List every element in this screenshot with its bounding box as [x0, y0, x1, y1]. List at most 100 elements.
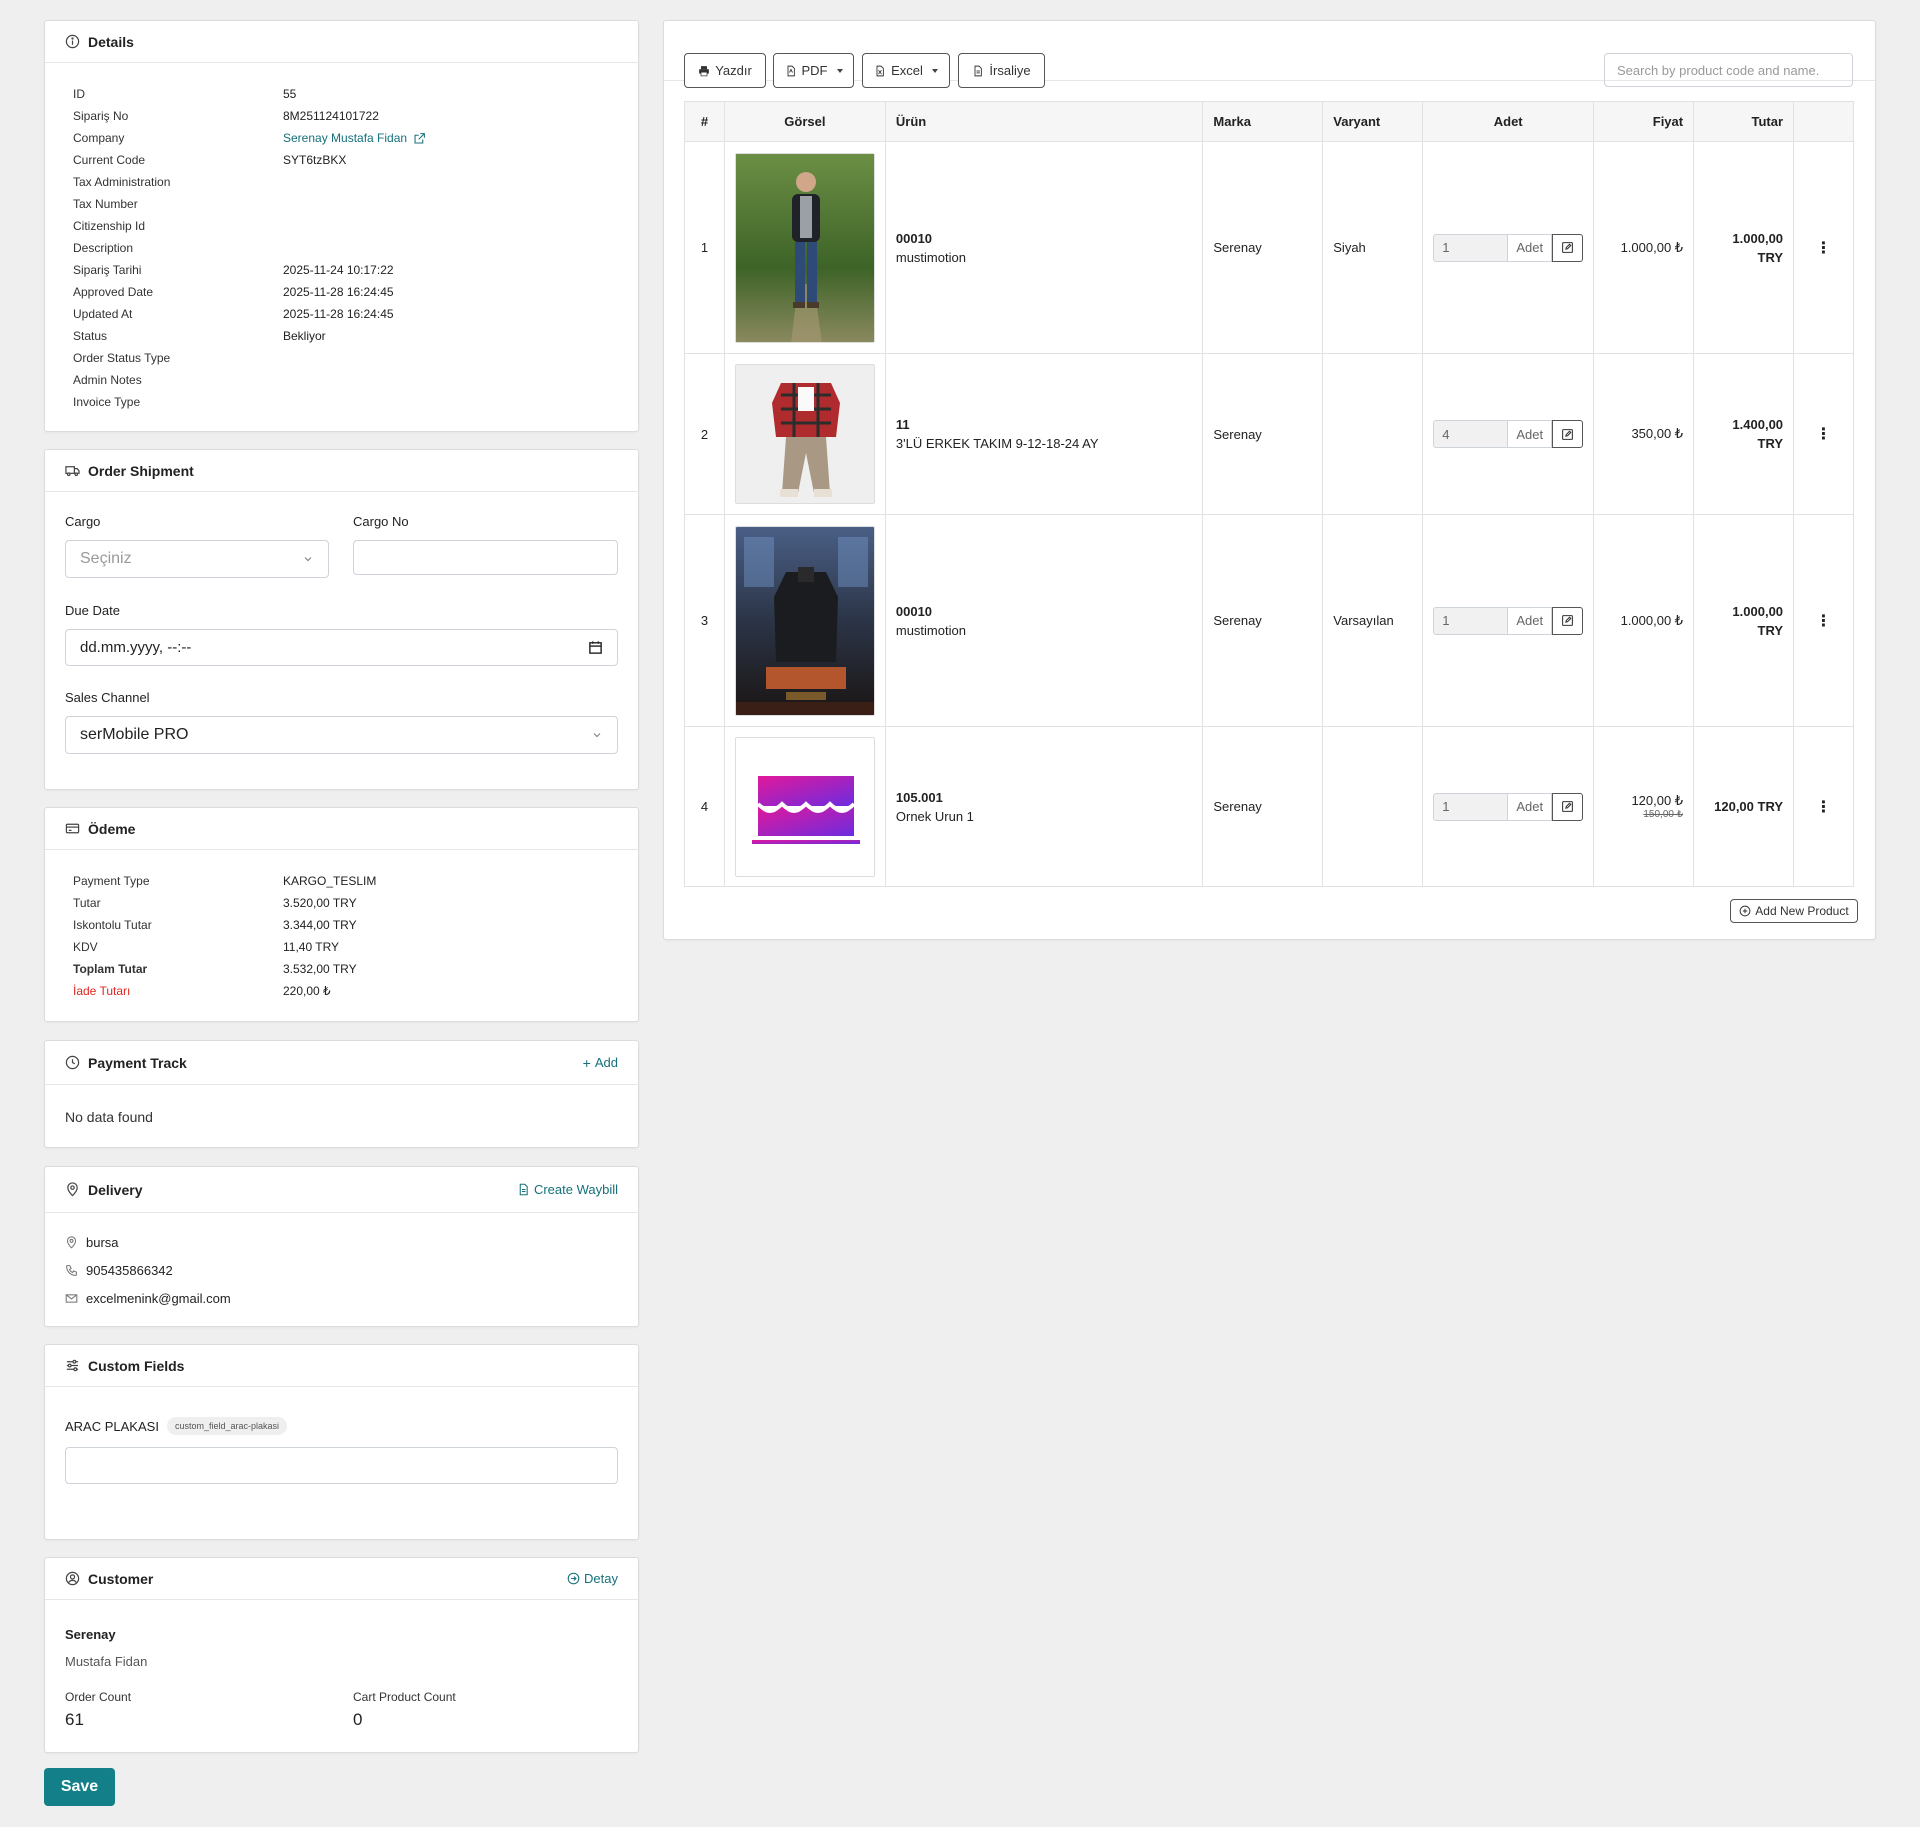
customer-detail-label[interactable]: Detay [584, 1571, 618, 1586]
details-header: Details [45, 21, 638, 63]
payment-value: KARGO_TESLIM [283, 874, 377, 888]
edit-qty-button[interactable] [1552, 606, 1584, 635]
payment-value: 220,00 ₺ [283, 984, 331, 998]
payment-value: 3.520,00 TRY [283, 896, 357, 910]
create-waybill-button[interactable]: Create Waybill [517, 1182, 618, 1197]
qty-input[interactable]: 1 [1433, 606, 1508, 635]
payment-value: 3.344,00 TRY [283, 918, 357, 932]
add-new-product-label[interactable]: Add New Product [1755, 904, 1848, 918]
product-name: mustimotion [895, 249, 966, 265]
edit-qty-button[interactable] [1552, 233, 1584, 262]
payment-key: KDV [73, 940, 98, 954]
arrow-circle-right-icon[interactable] [567, 1572, 580, 1585]
qty-unit: Adet [1507, 792, 1553, 821]
cargo-select[interactable]: Seçiniz [65, 540, 329, 578]
total-cell: 1.400,00 TRY [1693, 353, 1795, 515]
qty-input[interactable]: 1 [1433, 792, 1508, 821]
row-image-cell [723, 726, 886, 887]
product-image-store-icon[interactable] [734, 736, 875, 877]
excel-dropdown-button[interactable]: Excel [862, 53, 950, 88]
caret-down-icon[interactable] [931, 68, 938, 73]
detail-value: 2025-11-28 16:24:45 [283, 307, 394, 321]
plus-icon[interactable]: + [583, 1055, 591, 1071]
delivery-email: excelmenink@gmail.com [86, 1291, 231, 1306]
payment-row-vat: KDV 11,40 TRY [73, 936, 376, 958]
detail-value: 2025-11-24 10:17:22 [283, 263, 394, 277]
detail-key: Sipariş No [73, 109, 129, 123]
printer-icon[interactable] [698, 65, 710, 77]
print-label[interactable]: Yazdır [715, 63, 752, 78]
custom-field-label-row: ARAC PLAKASI custom_field_arac-plakasi [65, 1417, 287, 1435]
row-actions-kebab-icon[interactable]: ⋮ [1793, 514, 1854, 727]
delivery-card: Delivery Create Waybill bursa 9054358663… [44, 1166, 639, 1327]
cargo-no-label: Cargo No [353, 514, 409, 529]
customer-detail-button[interactable]: Detay [567, 1571, 618, 1586]
excel-file-icon[interactable] [874, 65, 886, 77]
save-button[interactable]: Save [44, 1768, 115, 1806]
detail-row-updated: Updated At 2025-11-28 16:24:45 [73, 303, 426, 325]
custom-field-input[interactable] [65, 1447, 618, 1484]
product-image-kids-outfit[interactable] [734, 364, 875, 504]
irsaliye-label[interactable]: İrsaliye [989, 63, 1030, 78]
pdf-dropdown-button[interactable]: PDF [773, 53, 854, 88]
plus-circle-icon[interactable] [1739, 905, 1751, 917]
qty-input[interactable]: 4 [1433, 420, 1508, 448]
row-actions-kebab-icon[interactable]: ⋮ [1793, 726, 1854, 887]
product-image-man-in-forest[interactable] [734, 152, 875, 343]
company-name[interactable]: Serenay Mustafa Fidan [283, 131, 407, 145]
product-code: 00010 [895, 230, 933, 246]
chevron-down-icon[interactable] [591, 729, 603, 741]
irsaliye-button[interactable]: İrsaliye [958, 53, 1045, 88]
edit-icon[interactable] [1561, 614, 1574, 627]
price-cell: 1.000,00 ₺ [1593, 141, 1695, 354]
row-actions-kebab-icon[interactable]: ⋮ [1793, 141, 1854, 354]
detail-row-citizenship: Citizenship Id [73, 215, 426, 237]
variant-cell: Siyah [1322, 141, 1424, 354]
payment-track-header: Payment Track + Add [45, 1041, 638, 1085]
product-name: Ornek Urun 1 [895, 808, 974, 824]
caret-down-icon[interactable] [836, 68, 843, 73]
excel-label[interactable]: Excel [891, 63, 923, 78]
row-actions-kebab-icon[interactable]: ⋮ [1793, 353, 1854, 515]
products-table: # Görsel Ürün Marka Varyant Adet Fiyat T… [684, 101, 1854, 887]
pdf-label[interactable]: PDF [802, 63, 828, 78]
search-placeholder[interactable]: Search by product code and name. [1617, 63, 1819, 78]
edit-qty-button[interactable] [1552, 420, 1584, 448]
product-search-input[interactable]: Search by product code and name. [1604, 53, 1853, 87]
edit-icon[interactable] [1561, 800, 1574, 813]
pdf-file-icon[interactable] [785, 65, 797, 77]
qty-cell: 1 Adet [1422, 726, 1595, 887]
custom-field-label: ARAC PLAKASI [65, 1418, 159, 1434]
payment-list: Payment Type KARGO_TESLIM Tutar 3.520,00 T… [73, 870, 376, 1002]
cargo-no-input[interactable] [353, 540, 618, 575]
edit-icon[interactable] [1561, 241, 1574, 254]
sales-channel-value[interactable]: serMobile PRO [80, 726, 188, 744]
edit-qty-button[interactable] [1552, 792, 1584, 821]
add-payment-button[interactable]: + Add [583, 1055, 618, 1071]
calendar-icon[interactable] [588, 640, 603, 655]
row-image-cell [723, 353, 886, 515]
qty-input[interactable]: 1 [1433, 233, 1508, 262]
add-new-product-button[interactable]: Add New Product [1730, 899, 1858, 923]
print-button[interactable]: Yazdır [684, 53, 766, 88]
document-icon[interactable] [972, 65, 984, 77]
sales-channel-select[interactable]: serMobile PRO [65, 716, 618, 754]
cargo-select-value[interactable]: Seçiniz [80, 550, 132, 568]
add-payment-label[interactable]: Add [595, 1055, 618, 1070]
external-link-icon[interactable] [413, 132, 426, 145]
payment-key: Iskontolu Tutar [73, 918, 152, 932]
col-header-image: Görsel [723, 101, 886, 142]
price-cell: 1.000,00 ₺ [1593, 514, 1695, 727]
product-image-jacket-store[interactable] [734, 525, 875, 716]
col-header-no: # [684, 101, 725, 142]
document-icon[interactable] [517, 1183, 530, 1196]
detail-value: SYT6tzBKX [283, 153, 347, 167]
due-date-input[interactable]: dd.mm.yyyy, --:-- [65, 629, 618, 666]
due-date-value[interactable]: dd.mm.yyyy, --:-- [80, 639, 191, 656]
edit-icon[interactable] [1561, 428, 1574, 441]
create-waybill-label[interactable]: Create Waybill [534, 1182, 618, 1197]
chevron-down-icon[interactable] [302, 553, 314, 565]
company-link[interactable]: Serenay Mustafa Fidan [283, 131, 426, 145]
order-count-value: 61 [65, 1710, 84, 1729]
qty-cell: 1 Adet [1422, 141, 1595, 354]
